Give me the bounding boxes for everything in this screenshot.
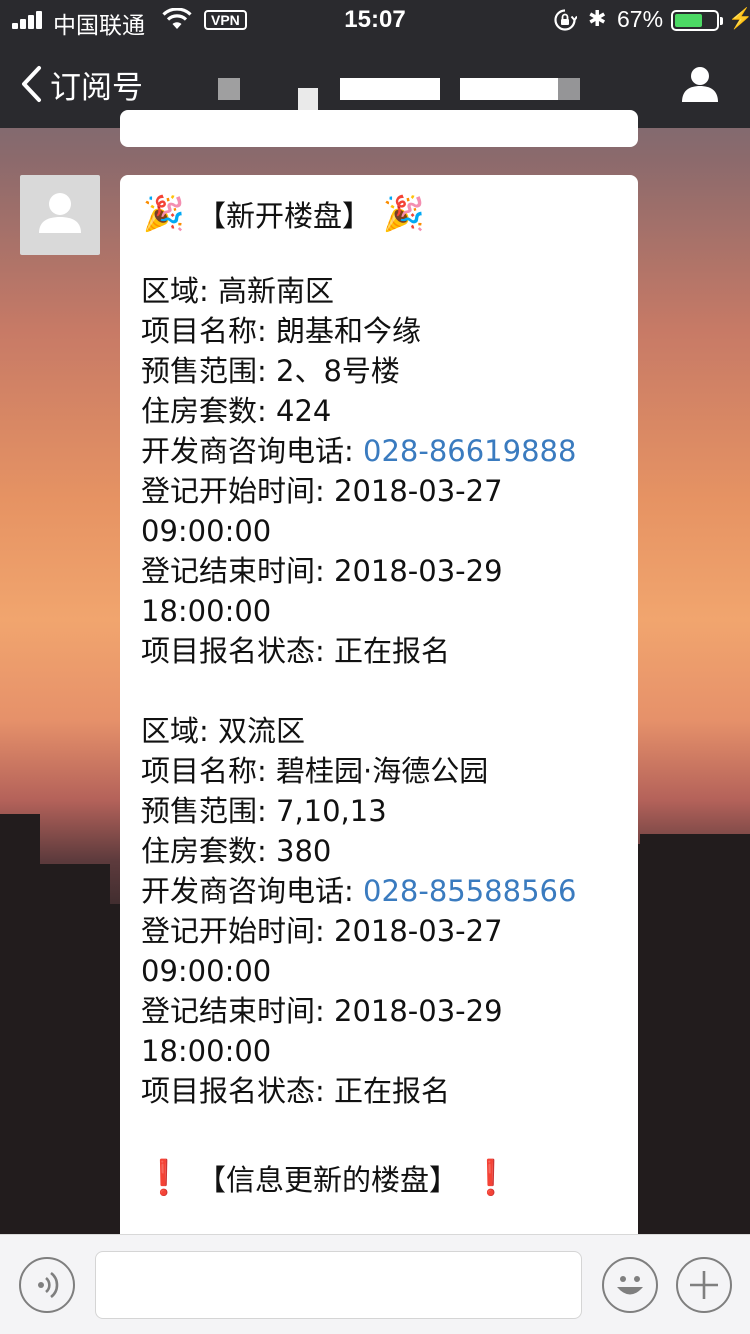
previous-message-bubble: [120, 110, 638, 147]
project-name: 项目名称: 朗基和今缘: [141, 314, 421, 348]
project-units: 住房套数: 380: [141, 834, 332, 868]
top-bar: 中国联通 VPN 15:07 ✱ 67% ⚡ 订阅号: [0, 0, 750, 128]
registration-status: 项目报名状态: 正在报名: [141, 634, 450, 668]
registration-end: 登记结束时间: 2018-03-29: [141, 994, 503, 1028]
updated-heading-text: 【信息更新的楼盘】: [197, 1163, 459, 1197]
plus-button[interactable]: [676, 1257, 732, 1313]
charging-bolt-icon: ⚡: [728, 8, 750, 30]
voice-button[interactable]: [19, 1257, 75, 1313]
back-button[interactable]: 订阅号: [18, 62, 143, 106]
registration-end: 登记结束时间: 2018-03-29: [141, 554, 503, 588]
exclamation-icon: ❗: [142, 1158, 186, 1198]
plus-icon: [690, 1271, 718, 1299]
heading-text: 【新开楼盘】: [197, 199, 372, 233]
updated-heading: ❗ 【信息更新的楼盘】 ❗: [141, 1155, 618, 1201]
project-phone-row: 开发商咨询电话: 028-85588566: [141, 871, 618, 911]
emoji-icon: [617, 1276, 643, 1295]
emoji-button[interactable]: [602, 1257, 658, 1313]
chevron-left-icon: [22, 66, 41, 102]
registration-start: 登记开始时间: 2018-03-27: [141, 474, 503, 508]
project-name: 项目名称: 碧桂园·海德公园: [141, 754, 489, 788]
message-input[interactable]: [95, 1251, 582, 1319]
avatar[interactable]: [20, 175, 100, 255]
project-area: 区域: 高新南区: [141, 274, 334, 308]
party-popper-icon: 🎉: [142, 194, 186, 234]
registration-end-time: 18:00:00: [141, 1034, 272, 1068]
project-area: 区域: 双流区: [141, 714, 305, 748]
status-bar: 中国联通 VPN 15:07 ✱ 67% ⚡: [0, 0, 750, 40]
registration-start-time: 09:00:00: [141, 514, 272, 548]
battery-percent: 67%: [617, 6, 664, 32]
message-heading: 🎉 【新开楼盘】 🎉: [141, 191, 618, 237]
project-presale: 预售范围: 7,10,13: [141, 794, 387, 828]
phone-label: 开发商咨询电话:: [141, 874, 363, 908]
exclamation-icon: ❗: [469, 1158, 513, 1198]
default-avatar-icon: [39, 193, 81, 233]
phone-label: 开发商咨询电话:: [141, 434, 363, 468]
voice-icon: [38, 1271, 59, 1299]
registration-end-time: 18:00:00: [141, 594, 272, 628]
registration-start: 登记开始时间: 2018-03-27: [141, 914, 503, 948]
registration-start-time: 09:00:00: [141, 954, 272, 988]
message-bubble[interactable]: 🎉 【新开楼盘】 🎉 区域: 高新南区 项目名称: 朗基和今缘 预售范围: 2、…: [120, 175, 638, 1245]
bluetooth-icon: ✱: [588, 6, 607, 31]
redacted-title: [218, 78, 588, 114]
input-bar: [0, 1234, 750, 1334]
rotation-lock-icon: [554, 9, 577, 31]
phone-link[interactable]: 028-85588566: [363, 874, 576, 908]
project-phone-row: 开发商咨询电话: 028-86619888: [141, 431, 618, 471]
project-presale: 预售范围: 2、8号楼: [141, 354, 400, 388]
battery-icon: [671, 10, 723, 31]
project-units: 住房套数: 424: [141, 394, 332, 428]
phone-link[interactable]: 028-86619888: [363, 434, 576, 468]
registration-status: 项目报名状态: 正在报名: [141, 1074, 450, 1108]
party-popper-icon: 🎉: [382, 194, 426, 234]
person-icon[interactable]: [680, 64, 720, 104]
project-block: 区域: 双流区 项目名称: 碧桂园·海德公园 预售范围: 7,10,13 住房套…: [141, 711, 618, 1111]
back-label: 订阅号: [50, 69, 143, 106]
project-block: 区域: 高新南区 项目名称: 朗基和今缘 预售范围: 2、8号楼 住房套数: 4…: [141, 271, 618, 671]
